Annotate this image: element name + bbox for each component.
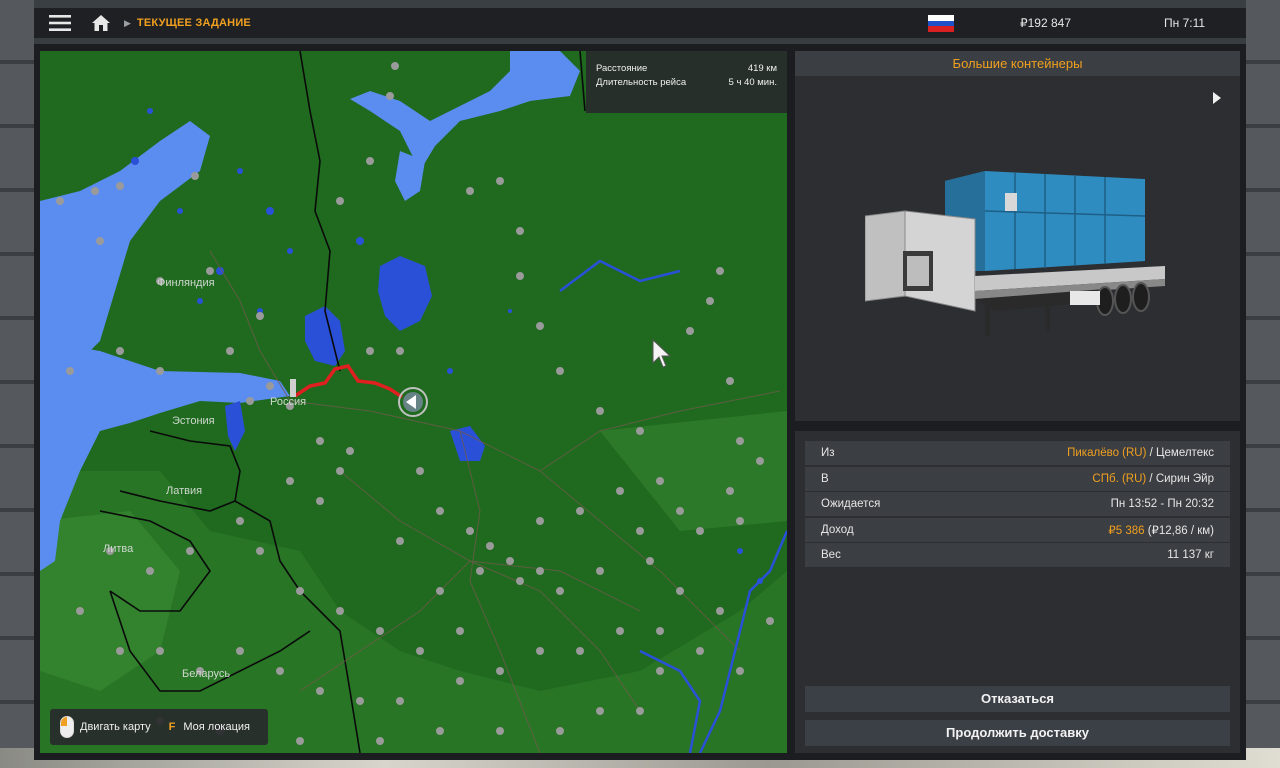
game-clock: Пн 7:11 (1164, 16, 1206, 30)
detail-row-from: Из Пикалёво (RU) / Цемелтекс (805, 441, 1230, 465)
next-cargo-arrow-icon[interactable] (1212, 91, 1222, 105)
cancel-job-button[interactable]: Отказаться (805, 686, 1230, 712)
duration-value: 5 ч 40 мин. (728, 77, 777, 88)
to-label: В (821, 472, 829, 485)
home-button[interactable] (86, 8, 116, 38)
detail-row-to: В СПб. (RU) / Сирин Эйр (805, 466, 1230, 491)
income-label: Доход (821, 523, 854, 536)
from-label: Из (821, 447, 835, 459)
cargo-title: Большие контейнеры (795, 51, 1240, 76)
money-balance: ₽192 847 (1020, 16, 1072, 30)
detail-row-weight: Вес 11 137 кг (805, 543, 1230, 568)
map-label-latvia: Латвия (166, 485, 203, 497)
from-company: / Цемелтекс (1146, 447, 1214, 459)
background-wall-left (0, 0, 34, 768)
detail-row-income: Доход ₽5 386 (₽12,86 / км) (805, 517, 1230, 542)
home-icon (92, 15, 110, 31)
job-details-panel: Из Пикалёво (RU) / Цемелтекс В СПб. (RU)… (795, 431, 1240, 753)
distance-value: 419 км (747, 63, 777, 74)
menu-button[interactable] (34, 8, 86, 38)
weight-value: 11 137 кг (1167, 549, 1214, 562)
to-value: СПб. (RU) / Сирин Эйр (1092, 473, 1214, 485)
duration-label: Длительность рейса (596, 77, 687, 88)
route-info-box: Расстояние 419 км Длительность рейса 5 ч… (586, 51, 787, 113)
mouse-icon (60, 716, 74, 738)
top-bar: ▶ ТЕКУЩЕЕ ЗАДАНИЕ ₽192 847 Пн 7:11 (34, 8, 1246, 38)
russia-flag-icon (928, 15, 954, 32)
job-window: Финляндия Эстония Россия Латвия Литва Бе… (34, 44, 1246, 760)
to-city: СПб. (RU) (1092, 472, 1147, 485)
move-map-hint: Двигать карту (80, 721, 151, 733)
expected-value: Пн 13:52 - Пн 20:32 (1110, 498, 1214, 511)
job-details-list: Из Пикалёво (RU) / Цемелтекс В СПб. (RU)… (805, 441, 1230, 569)
income-value-wrap: ₽5 386 (₽12,86 / км) (1108, 523, 1214, 537)
from-city: Пикалёво (RU) (1067, 447, 1147, 459)
menu-icon (49, 15, 71, 31)
to-company: / Сирин Эйр (1146, 472, 1214, 485)
map-canvas (40, 51, 787, 753)
world-map[interactable]: Финляндия Эстония Россия Латвия Литва Бе… (40, 51, 787, 753)
from-value: Пикалёво (RU) / Цемелтекс (1067, 447, 1214, 459)
breadcrumb-arrow-icon: ▶ (124, 17, 131, 28)
trailer-image (865, 171, 1165, 336)
map-label-lithuania: Литва (103, 543, 134, 555)
map-controls-legend: Двигать карту F Моя локация (50, 709, 268, 745)
map-label-belarus: Беларусь (182, 668, 231, 680)
my-location-button[interactable]: Моя локация (183, 721, 250, 733)
mouse-cursor-icon (652, 339, 672, 368)
income-rate: (₽12,86 / км) (1144, 524, 1214, 537)
continue-delivery-button[interactable]: Продолжить доставку (805, 720, 1230, 746)
my-location-key: F (168, 721, 176, 733)
background-wall-right (1246, 0, 1280, 768)
weight-label: Вес (821, 549, 841, 562)
expected-label: Ожидается (821, 498, 881, 511)
map-label-finland: Финляндия (157, 277, 215, 289)
map-label-russia: Россия (270, 396, 307, 408)
income-value: ₽5 386 (1108, 524, 1145, 537)
detail-row-expected: Ожидается Пн 13:52 - Пн 20:32 (805, 492, 1230, 517)
distance-label: Расстояние (596, 63, 648, 74)
map-label-estonia: Эстония (172, 415, 215, 427)
cargo-panel: Большие контейнеры (795, 51, 1240, 421)
breadcrumb-current: ТЕКУЩЕЕ ЗАДАНИЕ (136, 17, 251, 29)
